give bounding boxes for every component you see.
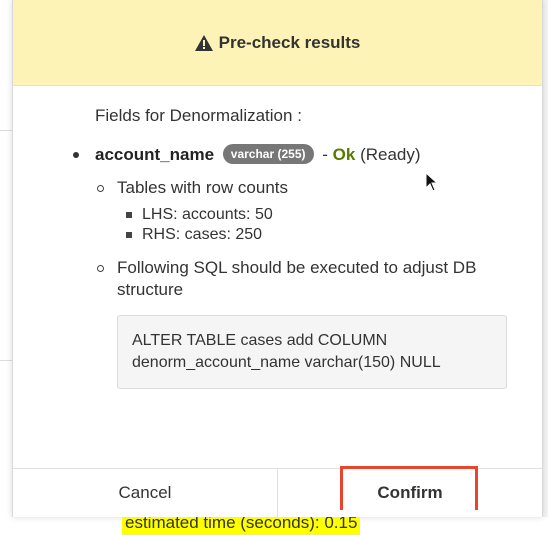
sql-section: Following SQL should be executed to adju… <box>97 257 515 389</box>
confirm-highlight-outline <box>340 466 478 510</box>
background-page-left <box>0 0 12 517</box>
confirm-button[interactable]: Confirm <box>278 466 542 517</box>
mouse-cursor-icon <box>425 171 439 197</box>
table-lhs: LHS: accounts: 50 <box>126 205 515 225</box>
fields-intro: Fields for Denormalization : <box>95 106 302 125</box>
background-divider <box>0 360 12 361</box>
field-list: account_name varchar (255) - Ok (Ready) … <box>73 144 515 401</box>
type-badge: varchar (255) <box>222 144 314 164</box>
table-rhs: RHS: cases: 250 <box>126 225 515 245</box>
field-details: Tables with row counts LHS: accounts: 50… <box>97 177 515 389</box>
cancel-button[interactable]: Cancel <box>13 469 278 517</box>
sql-heading: Following SQL should be executed to adju… <box>117 258 477 299</box>
status-note: (Ready) <box>360 145 421 164</box>
tables-section: Tables with row counts LHS: accounts: 50… <box>97 177 515 245</box>
modal-title: Pre-check results <box>218 32 361 52</box>
status-ok: Ok <box>332 145 356 164</box>
modal-footer: Cancel Confirm <box>13 466 542 517</box>
modal-header: Pre-check results <box>13 0 542 86</box>
sql-code-box: ALTER TABLE cases add COLUMN denorm_acco… <box>117 315 507 389</box>
warning-icon <box>194 34 213 51</box>
field-separator: - <box>322 145 328 164</box>
sql-line-2: denorm_account_name varchar(150) NULL <box>132 354 441 371</box>
field-name: account_name <box>95 145 215 164</box>
background-divider <box>0 130 12 131</box>
precheck-modal: Pre-check results Fields for Denormaliza… <box>12 0 543 535</box>
tables-heading: Tables with row counts <box>117 178 289 197</box>
sql-line-1: ALTER TABLE cases add COLUMN <box>132 332 388 349</box>
tables-list: LHS: accounts: 50 RHS: cases: 250 <box>126 205 515 245</box>
field-item: account_name varchar (255) - Ok (Ready) … <box>73 144 515 389</box>
